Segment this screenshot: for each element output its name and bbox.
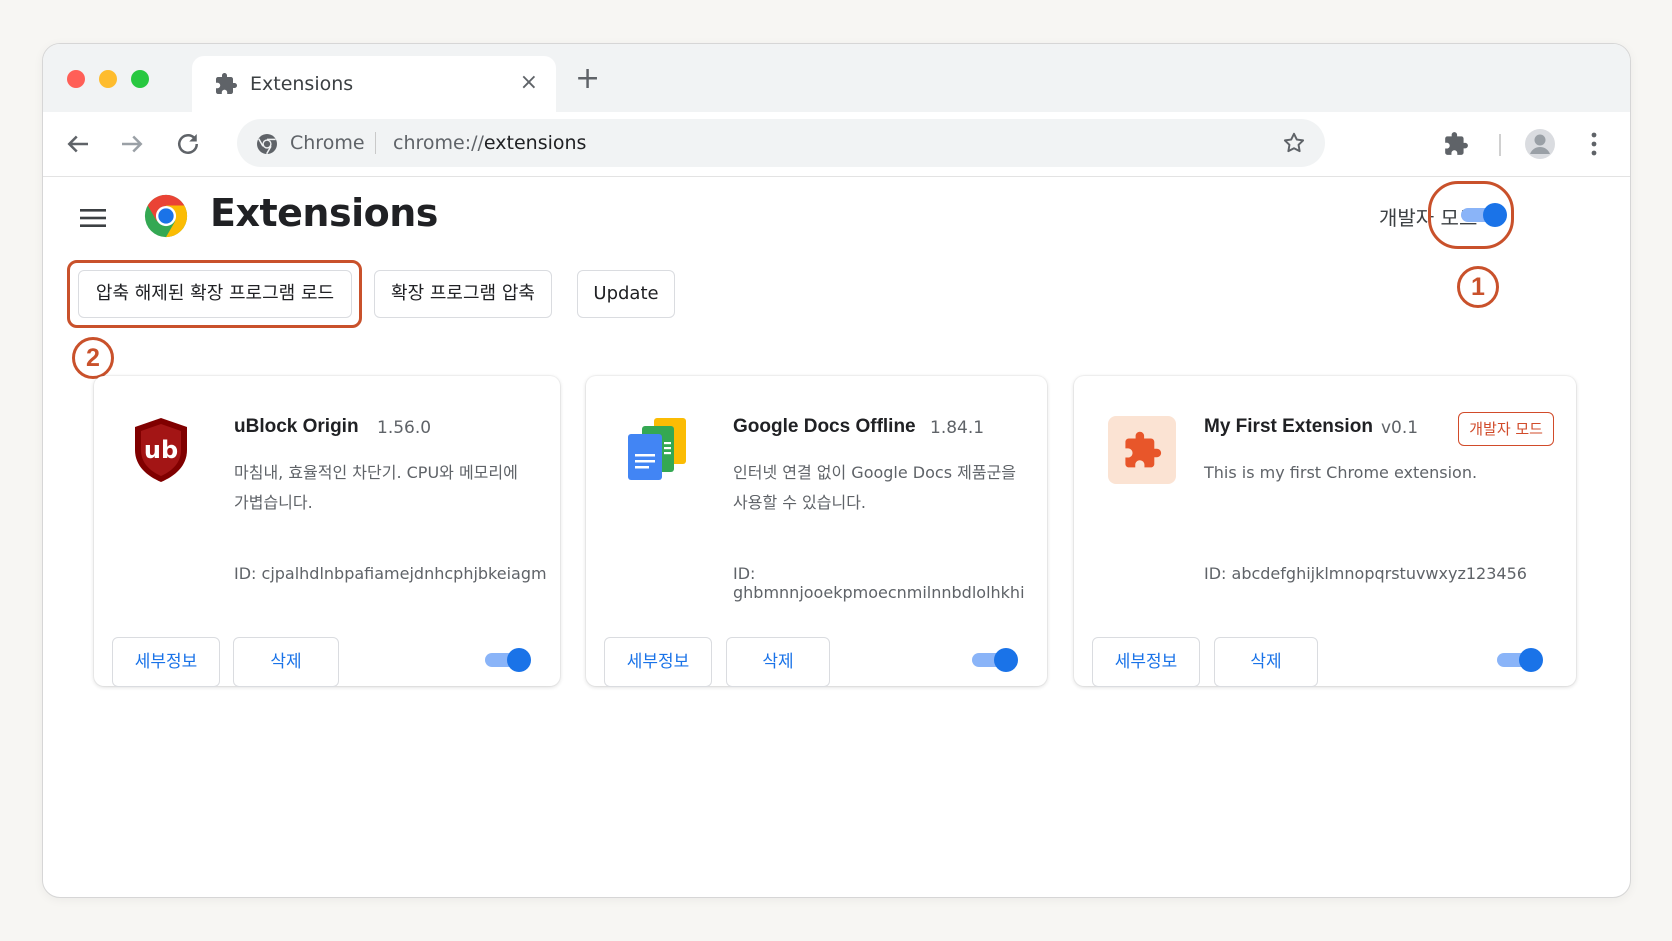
details-button[interactable]: 세부정보 bbox=[604, 637, 712, 687]
extension-card-ublock: ub uBlock Origin 1.56.0 마침내, 효율적인 차단기. C… bbox=[94, 376, 560, 687]
omnibox-chrome-label: Chrome bbox=[290, 132, 365, 154]
omnibox-divider bbox=[375, 132, 376, 154]
pack-extension-button[interactable]: 확장 프로그램 압축 bbox=[374, 270, 552, 318]
toolbar-divider bbox=[1499, 134, 1501, 156]
address-bar[interactable]: Chrome chrome://extensions bbox=[237, 119, 1325, 167]
star-icon[interactable] bbox=[1281, 130, 1307, 160]
puzzle-icon bbox=[214, 72, 238, 100]
ublock-icon-text: ub bbox=[144, 436, 178, 464]
remove-button[interactable]: 삭제 bbox=[726, 637, 830, 687]
url-text[interactable]: chrome://extensions bbox=[393, 132, 586, 154]
remove-button[interactable]: 삭제 bbox=[233, 637, 339, 687]
extension-version: v0.1 bbox=[1381, 418, 1419, 438]
browser-window: Extensions × + Chrome chrome://extension… bbox=[42, 43, 1631, 898]
callout-number-one: 1 bbox=[1457, 266, 1499, 308]
orange-puzzle-icon bbox=[1108, 416, 1176, 488]
tab-extensions[interactable]: Extensions × bbox=[192, 56, 556, 112]
kebab-menu-icon[interactable] bbox=[1590, 130, 1598, 162]
close-icon[interactable]: × bbox=[520, 70, 538, 95]
window-close-button[interactable] bbox=[67, 70, 85, 88]
page-title: Extensions bbox=[210, 191, 438, 235]
chrome-icon bbox=[255, 132, 279, 160]
extension-id: ID: ghbmnnjooekpmoecnmilnnbdlolhkhi bbox=[733, 564, 1025, 602]
callout-ring-developer-toggle bbox=[1428, 181, 1514, 249]
extension-description: This is my first Chrome extension. bbox=[1204, 463, 1478, 482]
url-prefix: chrome:// bbox=[393, 132, 484, 154]
toolbar: Chrome chrome://extensions bbox=[43, 112, 1630, 177]
reload-icon[interactable] bbox=[173, 129, 203, 159]
extension-version: 1.56.0 bbox=[377, 418, 432, 438]
extension-name: My First Extension bbox=[1204, 416, 1373, 437]
tab-bar: Extensions × + bbox=[43, 44, 1630, 112]
window-minimize-button[interactable] bbox=[99, 70, 117, 88]
update-button[interactable]: Update bbox=[577, 270, 675, 318]
extension-description: 마침내, 효율적인 차단기. CPU와 메모리에 가볍습니다. bbox=[234, 463, 518, 512]
forward-arrow-icon[interactable] bbox=[117, 129, 147, 159]
window-maximize-button[interactable] bbox=[131, 70, 149, 88]
details-button[interactable]: 세부정보 bbox=[1092, 637, 1200, 687]
ublock-shield-icon: ub bbox=[132, 416, 190, 488]
tab-title: Extensions bbox=[250, 73, 354, 95]
extension-card-google-docs: Google Docs Offline 1.84.1 인터넷 연결 없이 Goo… bbox=[586, 376, 1047, 687]
hamburger-menu-icon[interactable] bbox=[79, 206, 107, 234]
url-path: extensions bbox=[483, 132, 587, 154]
remove-button[interactable]: 삭제 bbox=[1214, 637, 1318, 687]
extension-id: ID: cjpalhdlnbpafiamejdnhcphjbkeiagm bbox=[234, 564, 547, 583]
plus-icon[interactable]: + bbox=[575, 64, 600, 94]
callout-number-two: 2 bbox=[72, 337, 114, 379]
extension-description: 인터넷 연결 없이 Google Docs 제품군을 사용할 수 있습니다. bbox=[733, 463, 1017, 512]
extension-card-my-first-extension: My First Extension v0.1 개발자 모드 This is m… bbox=[1074, 376, 1576, 687]
google-docs-icon bbox=[624, 416, 690, 486]
chrome-logo-icon bbox=[143, 193, 189, 243]
extensions-icon[interactable] bbox=[1443, 131, 1469, 161]
extension-version: 1.84.1 bbox=[930, 418, 985, 438]
extension-name: Google Docs Offline bbox=[733, 416, 916, 437]
extension-enable-toggle[interactable] bbox=[1495, 646, 1545, 678]
developer-mode-badge: 개발자 모드 bbox=[1458, 412, 1554, 446]
extension-name: uBlock Origin bbox=[234, 416, 359, 437]
extension-id: ID: abcdefghijklmnopqrstuvwxyz123456 bbox=[1204, 564, 1527, 583]
extension-enable-toggle[interactable] bbox=[483, 646, 533, 678]
load-unpacked-button[interactable]: 압축 해제된 확장 프로그램 로드 bbox=[78, 270, 352, 318]
back-arrow-icon[interactable] bbox=[63, 129, 93, 159]
details-button[interactable]: 세부정보 bbox=[112, 637, 220, 687]
extension-enable-toggle[interactable] bbox=[970, 646, 1020, 678]
avatar-icon[interactable] bbox=[1524, 128, 1556, 164]
